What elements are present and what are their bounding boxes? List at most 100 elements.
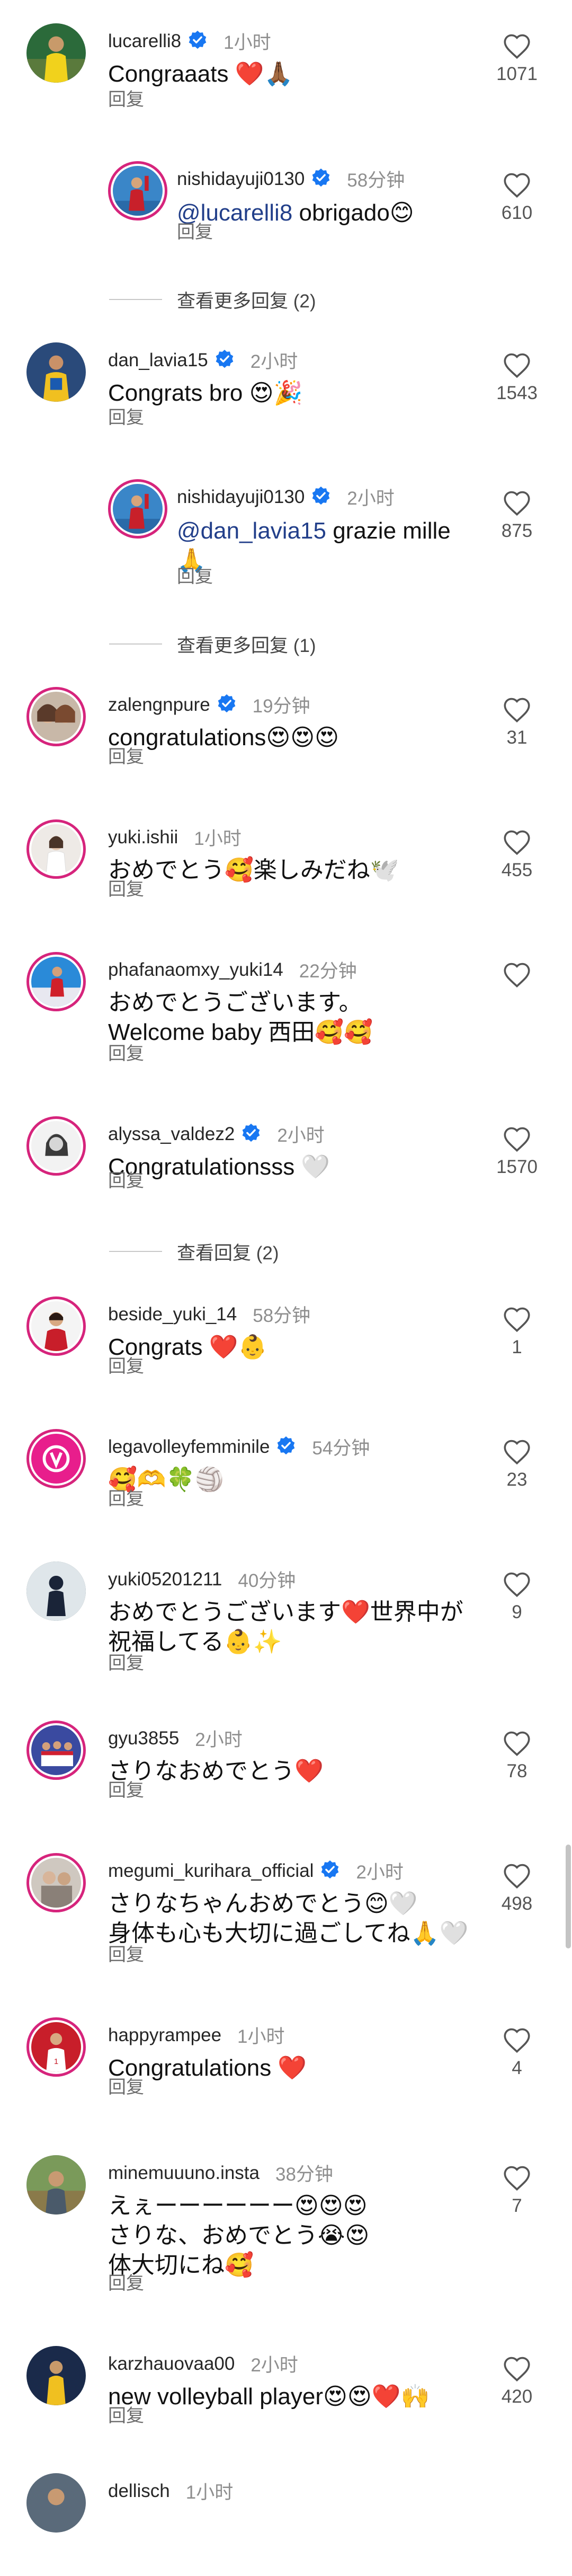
- like-count: 420: [501, 2386, 533, 2407]
- like-count: 455: [501, 860, 533, 880]
- reply-button[interactable]: 回复: [108, 875, 144, 901]
- avatar[interactable]: [26, 1429, 86, 1488]
- like-button[interactable]: 31: [485, 696, 549, 748]
- username[interactable]: alyssa_valdez2: [108, 1124, 235, 1145]
- username[interactable]: lucarelli8: [108, 31, 181, 52]
- avatar[interactable]: [26, 1116, 86, 1176]
- like-count: 1570: [496, 1157, 538, 1177]
- username[interactable]: nishidayuji0130: [177, 169, 305, 190]
- reply-button[interactable]: 回复: [108, 1484, 144, 1510]
- reply-button[interactable]: 回复: [177, 562, 213, 588]
- comments-list: lucarelli8 1小时 Congraaats ❤️🙏🏾 回复 1071 nishid…: [0, 0, 572, 2533]
- avatar[interactable]: 1: [26, 2017, 86, 2077]
- avatar[interactable]: [26, 2473, 86, 2533]
- verified-badge: [311, 167, 331, 190]
- comment-item: gyu3855 2小时 さりなおめでとう❤️ 回复 78: [0, 1717, 572, 1823]
- reply-button[interactable]: 回复: [108, 1039, 144, 1065]
- avatar[interactable]: [26, 342, 86, 402]
- like-button[interactable]: 78: [485, 1730, 549, 1782]
- avatar[interactable]: [26, 23, 86, 83]
- avatar[interactable]: [26, 819, 86, 879]
- username[interactable]: legavolleyfemminile: [108, 1436, 270, 1458]
- like-button[interactable]: 455: [485, 829, 549, 881]
- avatar[interactable]: [26, 2346, 86, 2405]
- verified-badge-icon: [278, 1436, 295, 1455]
- avatar[interactable]: [26, 1853, 86, 1912]
- divider-line: [109, 299, 162, 300]
- reply-comment: nishidayuji0130 58分钟 @lucarelli8 obrigado😊…: [0, 159, 572, 265]
- like-count: 7: [512, 2195, 522, 2216]
- comment-body: Congraaats ❤️🙏🏾: [108, 61, 293, 87]
- like-button[interactable]: 875: [485, 490, 549, 542]
- avatar[interactable]: [26, 1562, 86, 1621]
- like-button[interactable]: 1: [485, 1306, 549, 1358]
- mention-link[interactable]: @dan_lavia15: [177, 518, 326, 544]
- username[interactable]: dan_lavia15: [108, 350, 208, 371]
- reply-button[interactable]: 回复: [108, 1648, 144, 1674]
- comment-text: @dan_lavia15 grazie mille 🙏: [177, 516, 489, 576]
- username[interactable]: nishidayuji0130: [177, 487, 305, 508]
- comment-header: happyrampee 1小时: [108, 2022, 285, 2049]
- avatar[interactable]: [108, 479, 167, 539]
- verified-badge: [187, 30, 208, 52]
- like-button[interactable]: 1543: [485, 352, 549, 404]
- username[interactable]: gyu3855: [108, 1728, 179, 1749]
- avatar[interactable]: [26, 687, 86, 746]
- view-more-replies-label: 查看更多回复 (1): [177, 635, 316, 656]
- reply-button[interactable]: 回复: [108, 1166, 144, 1192]
- comment-text: Congratulations ❤️: [108, 2053, 484, 2083]
- divider-line: [109, 1251, 162, 1252]
- verified-badge-icon: [312, 486, 330, 505]
- reply-button[interactable]: 回复: [108, 1352, 144, 1378]
- timestamp: 40分钟: [238, 1571, 296, 1591]
- like-button[interactable]: [485, 961, 549, 988]
- username[interactable]: yuki.ishii: [108, 827, 178, 848]
- username[interactable]: karzhauovaa00: [108, 2353, 235, 2375]
- like-button[interactable]: 420: [485, 2356, 549, 2407]
- like-count: 610: [501, 202, 533, 223]
- like-button[interactable]: 9: [485, 1571, 549, 1623]
- comment-item: yuki.ishii 1小时 おめでとう🥰楽しみだね🕊️ 回复 455: [0, 816, 572, 922]
- like-button[interactable]: 1570: [485, 1126, 549, 1178]
- reply-button[interactable]: 回复: [108, 2072, 144, 2098]
- like-count: 1071: [496, 64, 538, 84]
- comment-item: yuki05201211 40分钟 おめでとうございます❤️世界中が 祝福してる👶✨…: [0, 1558, 572, 1673]
- avatar[interactable]: [26, 2155, 86, 2215]
- heart-icon: [504, 491, 530, 516]
- avatar[interactable]: [26, 1721, 86, 1780]
- reply-button[interactable]: 回复: [108, 742, 144, 768]
- view-more-replies[interactable]: 查看回复 (2): [109, 1238, 427, 1265]
- reply-button[interactable]: 回复: [108, 403, 144, 429]
- like-button[interactable]: 7: [485, 2165, 549, 2217]
- reply-button[interactable]: 回复: [108, 2401, 144, 2427]
- username[interactable]: happyrampee: [108, 2025, 221, 2046]
- username[interactable]: beside_yuki_14: [108, 1304, 237, 1325]
- comment-header: yuki.ishii 1小时: [108, 824, 242, 851]
- scrollbar[interactable]: [566, 1845, 571, 1948]
- like-button[interactable]: 4: [485, 2027, 549, 2079]
- username[interactable]: zalengnpure: [108, 694, 210, 716]
- reply-button[interactable]: 回复: [108, 85, 144, 111]
- comment-body: さりなちゃんおめでとう😊🤍 身体も心も大切に過ごしてね🙏🤍: [108, 1891, 469, 1946]
- reply-button[interactable]: 回复: [177, 217, 213, 243]
- reply-button[interactable]: 回复: [108, 1940, 144, 1966]
- timestamp: 1小时: [224, 32, 271, 53]
- reply-button[interactable]: 回复: [108, 1776, 144, 1802]
- username[interactable]: megumi_kurihara_official: [108, 1860, 314, 1882]
- username[interactable]: yuki05201211: [108, 1569, 222, 1590]
- avatar[interactable]: [26, 1296, 86, 1356]
- like-button[interactable]: 23: [485, 1439, 549, 1490]
- avatar[interactable]: [26, 952, 86, 1011]
- username[interactable]: phafanaomxy_yuki14: [108, 959, 283, 981]
- view-more-replies[interactable]: 查看更多回复 (1): [109, 631, 427, 657]
- username[interactable]: minemuuuno.insta: [108, 2163, 260, 2184]
- heart-icon: [504, 2166, 530, 2191]
- comment-text: congratulations😍😍😍: [108, 723, 484, 753]
- reply-button[interactable]: 回复: [108, 2269, 144, 2295]
- view-more-replies[interactable]: 查看更多回复 (2): [109, 286, 427, 313]
- like-button[interactable]: 498: [485, 1863, 549, 1915]
- avatar[interactable]: [108, 161, 167, 220]
- like-button[interactable]: 1071: [485, 33, 549, 85]
- comment-body: obrigado😊: [292, 200, 414, 226]
- like-button[interactable]: 610: [485, 172, 549, 224]
